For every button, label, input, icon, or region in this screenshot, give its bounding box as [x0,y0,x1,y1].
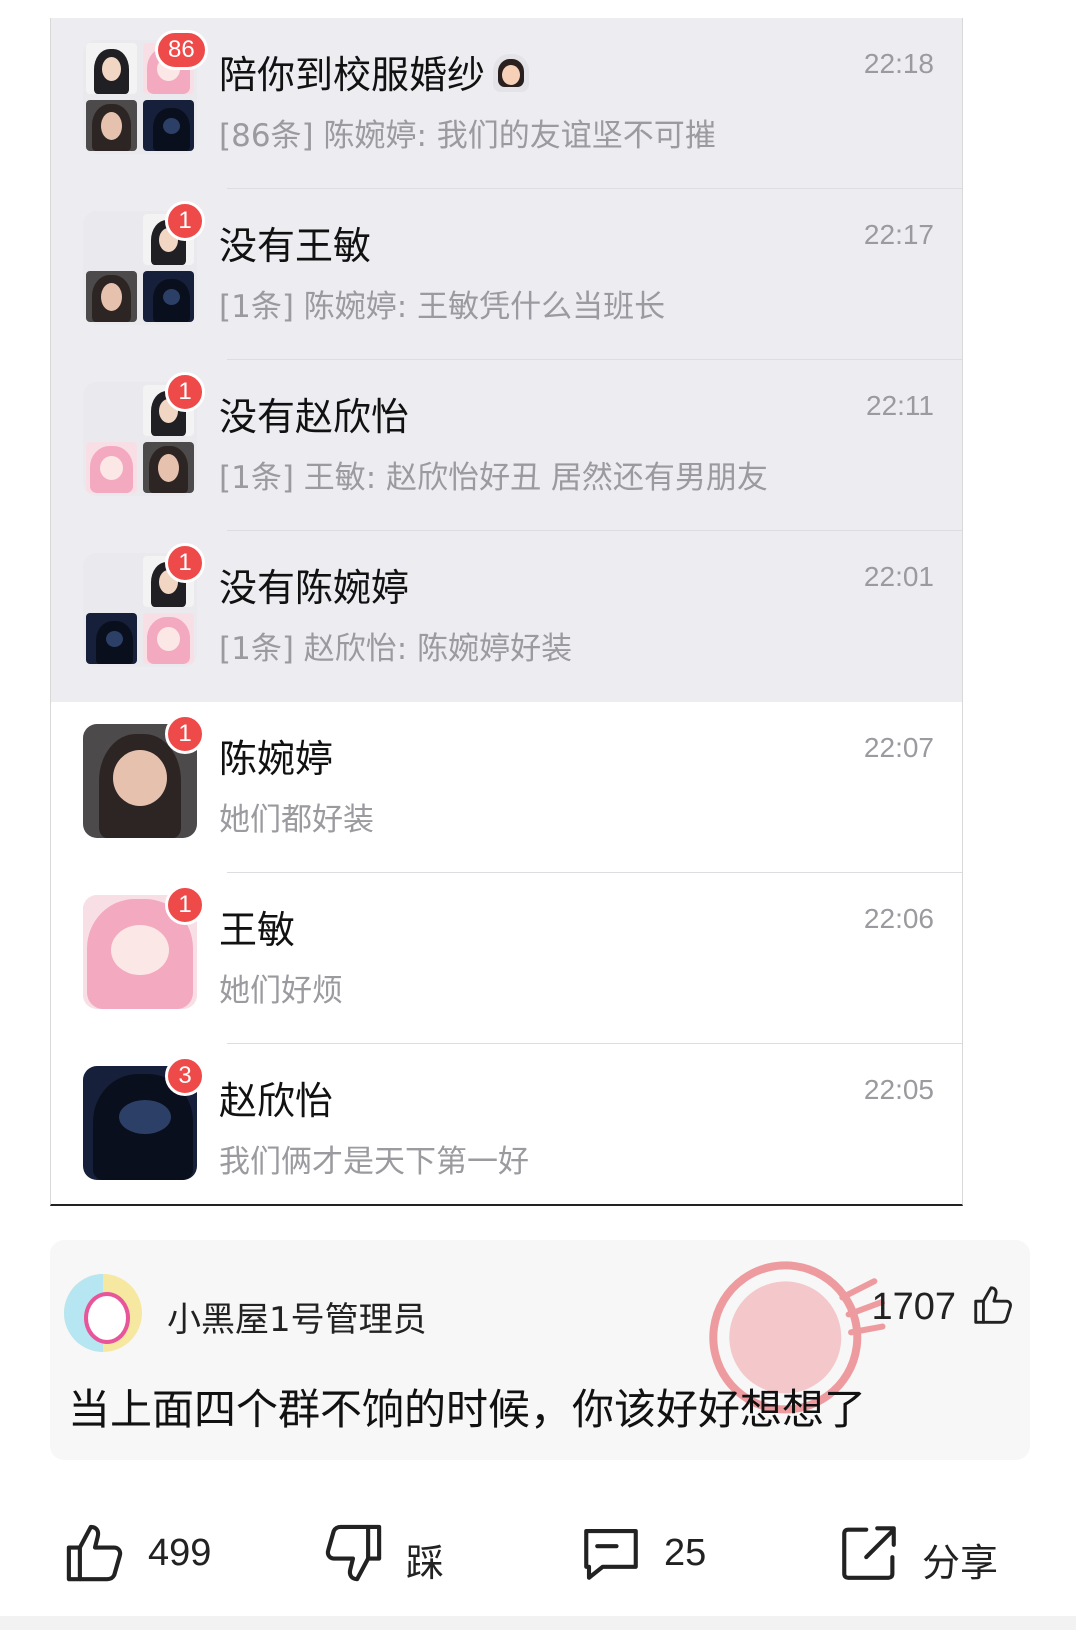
chat-row-group-2[interactable]: 1 没有王敏 22:17 [1条] 陈婉婷: 王敏凭什么当班长 [51,189,962,360]
chat-time: 22:01 [863,561,934,592]
thumbs-up-icon [66,1524,123,1582]
chat-time: 22:17 [863,219,934,250]
dislike-label: 踩 [406,1543,445,1585]
chat-row-group-4[interactable]: 1 没有陈婉婷 22:01 [1条] 赵欣怡: 陈婉婷好装 [51,531,962,702]
chat-row-contact-3[interactable]: 3 赵欣怡 22:05 我们俩才是天下第一好 [51,1044,962,1215]
chat-preview: [86条] 陈婉婷: 我们的友谊坚不可摧 [219,118,716,154]
chat-preview: 她们好烦 [219,973,343,1009]
chat-preview: 她们都好装 [219,802,374,838]
comment-count: 25 [664,1532,707,1574]
chat-row-group-1[interactable]: 86 陪你到校服婚纱 22:18 [86条] 陈婉婷: 我们的友谊坚不可摧 [51,18,962,189]
chat-preview: [1条] 陈婉婷: 王敏凭什么当班长 [219,289,666,325]
share-icon [842,1526,896,1580]
unread-badge: 1 [165,543,205,583]
chat-list: 86 陪你到校服婚纱 22:18 [86条] 陈婉婷: 我们的友谊坚不可摧 1 … [50,18,963,1206]
commenter-avatar[interactable] [64,1274,142,1352]
chat-name: 没有王敏 [219,224,372,268]
chat-time: 22:18 [863,48,934,79]
chat-time: 22:11 [866,390,934,421]
comment-card: 小黑屋1号管理员 1707 当上面四个群不饷的时候，你该好好想想了 [50,1240,1030,1460]
like-button[interactable]: 499 [62,1510,232,1602]
chat-name: 赵欣怡 [219,1079,334,1123]
like-count: 499 [148,1532,212,1574]
chat-name: 王敏 [219,908,296,952]
chat-name: 没有陈婉婷 [219,566,410,610]
chat-time: 22:05 [863,1074,934,1105]
thumbs-up-icon[interactable] [970,1282,1016,1328]
dislike-button[interactable]: 踩 [320,1510,460,1602]
bottom-divider [0,1616,1076,1630]
unread-badge: 1 [165,201,205,241]
chat-preview: [1条] 王敏: 赵欣怡好丑 居然还有男朋友 [219,460,768,496]
chat-name: 陈婉婷 [219,737,334,781]
commenter-name[interactable]: 小黑屋1号管理员 [167,1292,427,1341]
chat-row-contact-1[interactable]: 1 陈婉婷 22:07 她们都好装 [51,702,962,873]
bride-emoji-icon [491,54,531,94]
share-button[interactable]: 分享 [836,1510,1036,1602]
chat-preview: [1条] 赵欣怡: 陈婉婷好装 [219,631,573,667]
post-action-bar: 499 踩 25 分享 [0,1510,1076,1602]
share-label: 分享 [922,1543,999,1585]
unread-badge: 1 [165,372,205,412]
chat-name: 陪你到校服婚纱 [219,44,531,99]
comment-like-count: 1707 [871,1286,956,1328]
unread-badge: 1 [165,714,205,754]
unread-badge: 86 [155,30,208,70]
comment-text: 当上面四个群不饷的时候，你该好好想想了 [68,1385,867,1434]
chat-name: 没有赵欣怡 [219,395,410,439]
unread-badge: 3 [165,1056,205,1096]
thumbs-down-icon [325,1524,382,1582]
comment-icon [584,1528,638,1580]
chat-row-contact-2[interactable]: 1 王敏 22:06 她们好烦 [51,873,962,1044]
chat-row-group-3[interactable]: 1 没有赵欣怡 22:11 [1条] 王敏: 赵欣怡好丑 居然还有男朋友 [51,360,962,531]
chat-time: 22:06 [863,903,934,934]
chat-preview: 我们俩才是天下第一好 [219,1144,529,1180]
chat-time: 22:07 [863,732,934,763]
comment-button[interactable]: 25 [578,1510,728,1602]
unread-badge: 1 [165,885,205,925]
